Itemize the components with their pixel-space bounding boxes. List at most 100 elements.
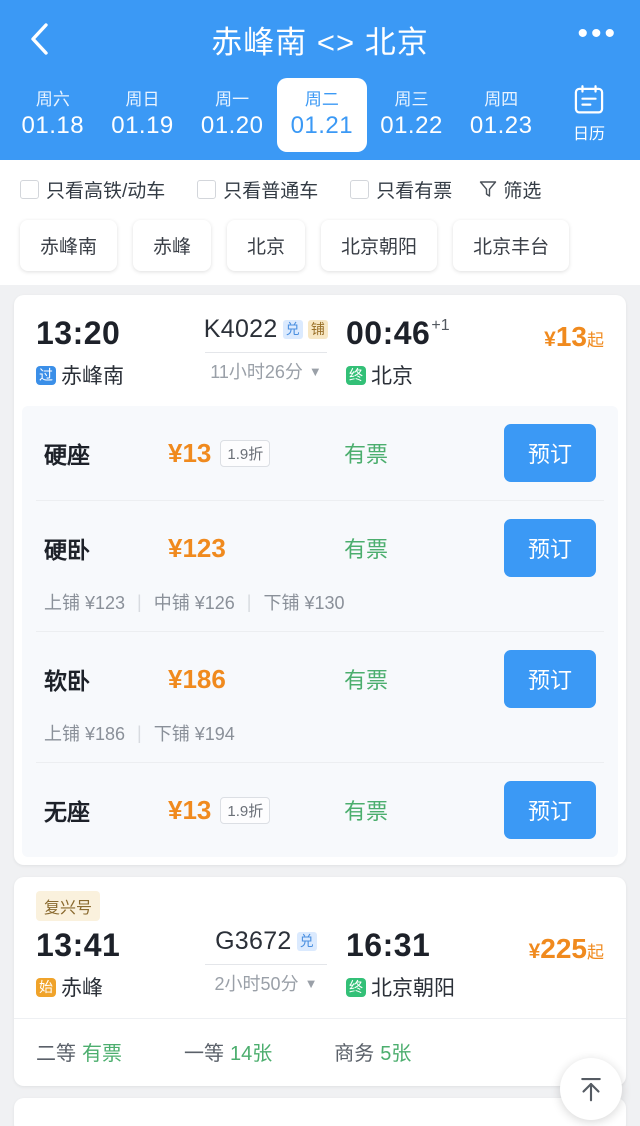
date-dow: 周四: [484, 89, 519, 109]
checkbox-box[interactable]: [20, 179, 39, 199]
filter-label: 只看普通车: [223, 180, 319, 202]
train-search-screen: 赤峰南 <> 北京 ••• 周六 01.18 周日 01.19 周一 01.20…: [0, 0, 640, 1126]
seat-class-name: 无座: [44, 799, 90, 825]
seat-availability: 有票: [344, 668, 389, 693]
arrival-column: 16:31 终 北京朝阳: [346, 927, 529, 1002]
seat-availability: 有票: [344, 537, 389, 562]
date-number: 01.19: [111, 111, 174, 139]
discount-badge: 1.9折: [220, 439, 271, 467]
arrive-time: 16:31: [346, 927, 431, 963]
train-number: K4022 兑 铺: [203, 315, 329, 344]
discount-badge: 1.9折: [220, 796, 271, 824]
trip-duration[interactable]: 2小时50分 ▼: [215, 970, 318, 996]
date-tab-5[interactable]: 周四 01.23: [456, 78, 546, 152]
divider: [205, 964, 327, 965]
trip-duration[interactable]: 11小时26分 ▼: [210, 358, 322, 384]
departure-column: 13:20 过 赤峰南: [36, 315, 186, 390]
exchange-badge: 兑: [296, 932, 317, 951]
train-summary-row[interactable]: 13:20 过 赤峰南 K4022 兑 铺 11小时26分 ▼ 00:46 +1…: [14, 295, 626, 406]
train-number-text: K4022: [203, 315, 278, 343]
summary-second-class: 二等 有票: [36, 1037, 122, 1066]
price-suffix: 起: [587, 331, 604, 350]
currency-symbol: ¥: [544, 328, 556, 351]
lowest-price: ¥13起: [544, 321, 604, 353]
summary-label: 商务: [334, 1043, 375, 1065]
train-summary-row[interactable]: 13:41 始 赤峰 G3672 兑 2小时50分 ▼ 16:31 终 北京朝阳…: [14, 921, 626, 1018]
trip-duration-text: 11小时26分: [210, 362, 303, 382]
more-horizontal-icon[interactable]: •••: [577, 19, 618, 51]
price-suffix: 起: [587, 943, 604, 962]
seat-availability-summary: 二等 有票 一等 14张 商务 5张: [14, 1018, 626, 1086]
back-icon[interactable]: [22, 22, 56, 56]
berth-price: 上铺 ¥186: [44, 724, 126, 744]
train-card-next-partial[interactable]: [14, 1098, 626, 1126]
date-tab-0[interactable]: 周六 01.18: [8, 78, 98, 152]
seat-price: ¥123: [168, 532, 226, 563]
book-button[interactable]: 预订: [503, 781, 596, 839]
date-number: 01.18: [21, 111, 85, 139]
seat-class-name: 硬座: [44, 442, 90, 468]
date-dow: 周日: [125, 89, 160, 109]
arrive-day-offset: +1: [431, 317, 450, 334]
divider: |: [137, 591, 142, 612]
seat-class-name: 软卧: [44, 668, 90, 694]
seat-row-hardsleeper: 硬卧 ¥123 有票 预订: [36, 500, 604, 595]
app-header: 赤峰南 <> 北京 ••• 周六 01.18 周日 01.19 周一 01.20…: [0, 0, 640, 160]
date-dow: 周二: [304, 89, 339, 109]
date-dow: 周一: [215, 89, 250, 109]
station-chip-4[interactable]: 北京丰台: [453, 220, 570, 271]
seat-availability: 有票: [344, 799, 389, 824]
station-chip-0[interactable]: 赤峰南: [20, 220, 118, 271]
summary-value: 14张: [230, 1043, 273, 1065]
seat-row-softsleeper: 软卧 ¥186 有票 预订: [36, 631, 604, 726]
filter-button[interactable]: 筛选: [478, 176, 541, 203]
date-number: 01.20: [200, 111, 264, 139]
station-chip-3[interactable]: 北京朝阳: [321, 220, 438, 271]
page-title: 赤峰南 <> 北京: [211, 24, 429, 60]
train-type-tag-wrap: 复兴号: [14, 877, 626, 921]
seat-availability: 有票: [344, 442, 389, 467]
date-tab-2[interactable]: 周一 01.20: [187, 78, 277, 152]
train-card-k4022[interactable]: 13:20 过 赤峰南 K4022 兑 铺 11小时26分 ▼ 00:46 +1…: [14, 295, 626, 865]
station-chip-1[interactable]: 赤峰: [133, 220, 212, 271]
arrive-station-line: 终 北京朝阳: [346, 972, 529, 1002]
train-card-g3672[interactable]: 复兴号 13:41 始 赤峰 G3672 兑 2小时50分 ▼ 16:31 终 …: [14, 877, 626, 1086]
terminus-tag: 终: [346, 365, 366, 385]
filter-checkbox-highspeed[interactable]: 只看高铁/动车: [20, 176, 165, 203]
book-button[interactable]: 预订: [503, 519, 596, 577]
filter-checkbox-available[interactable]: 只看有票: [350, 176, 452, 203]
summary-first-class: 一等 14张: [184, 1037, 272, 1066]
fuxing-tag: 复兴号: [36, 891, 101, 921]
depart-station-name: 赤峰南: [61, 365, 124, 388]
station-chip-row[interactable]: 赤峰南 赤峰 北京 北京朝阳 北京丰台: [0, 218, 640, 285]
date-tab-3-selected[interactable]: 周二 01.21: [277, 78, 367, 152]
book-button[interactable]: 预订: [503, 650, 596, 708]
seat-row-hardseat: 硬座 ¥13 1.9折 有票 预订: [36, 406, 604, 500]
seat-class-list: 硬座 ¥13 1.9折 有票 预订 硬卧 ¥123 有票 预订 上铺 ¥123 …: [22, 406, 618, 857]
depart-station-line: 始 赤峰: [36, 972, 186, 1002]
arrive-station-name: 北京朝阳: [371, 977, 455, 1000]
summary-label: 二等: [36, 1043, 76, 1065]
seat-price: ¥186: [168, 663, 226, 694]
filter-bar: 只看高铁/动车 只看普通车 只看有票 筛选: [0, 160, 640, 218]
train-list: 13:20 过 赤峰南 K4022 兑 铺 11小时26分 ▼ 00:46 +1…: [0, 285, 640, 1126]
seat-price-cell: ¥13 1.9折: [168, 795, 344, 826]
arrive-time-wrap: 16:31: [346, 927, 529, 963]
date-tab-1[interactable]: 周日 01.19: [98, 78, 188, 152]
filter-checkbox-normal[interactable]: 只看普通车: [197, 176, 318, 203]
station-chip-2[interactable]: 北京: [227, 220, 306, 271]
divider: |: [137, 722, 142, 743]
book-button[interactable]: 预订: [503, 424, 596, 482]
date-dow: 周六: [35, 89, 70, 109]
checkbox-box[interactable]: [197, 179, 217, 199]
scroll-to-top-button[interactable]: [560, 1058, 622, 1120]
berth-price: 下铺 ¥130: [263, 593, 345, 613]
scroll-to-top-icon: [581, 1077, 601, 1102]
checkbox-box[interactable]: [350, 179, 370, 199]
berth-price-row-hardsleeper: 上铺 ¥123 | 中铺 ¥126 | 下铺 ¥130: [36, 589, 604, 631]
date-tab-4[interactable]: 周三 01.22: [367, 78, 457, 152]
departure-column: 13:41 始 赤峰: [36, 927, 186, 1002]
nav-bar: 赤峰南 <> 北京 •••: [0, 0, 640, 78]
calendar-button[interactable]: 日历: [546, 78, 632, 152]
price-column: ¥13起: [544, 315, 604, 353]
